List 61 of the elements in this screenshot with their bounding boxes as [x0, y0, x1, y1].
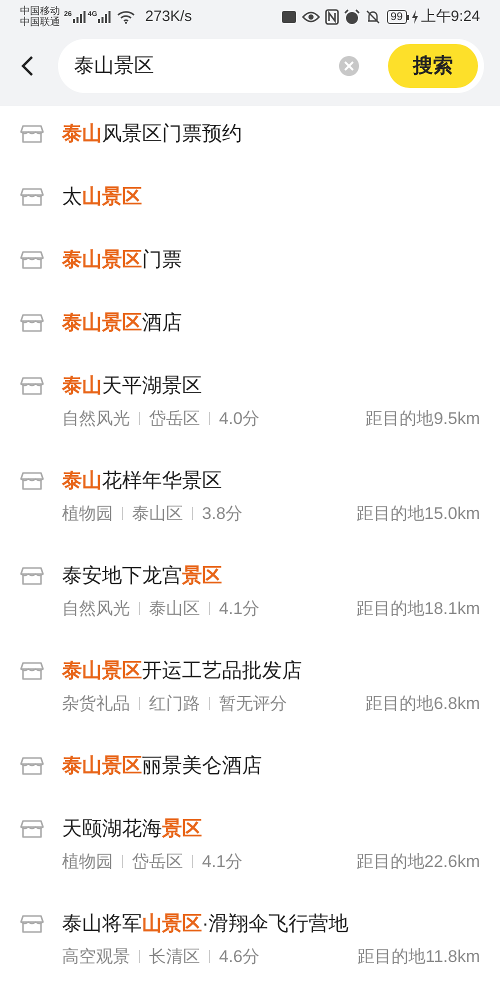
result-title[interactable]: 泰安地下龙宫景区	[62, 562, 480, 590]
shop-icon	[20, 914, 44, 934]
shop-icon	[20, 187, 44, 207]
network-speed: 273K/s	[145, 6, 192, 27]
result-title[interactable]: 天颐湖花海景区	[62, 815, 480, 843]
alarm-icon	[344, 9, 360, 25]
poi-category: 自然风光	[62, 408, 130, 430]
poi-district: 岱岳区	[149, 408, 200, 430]
result-title[interactable]: 泰山风景区门票预约	[62, 120, 480, 148]
shop-icon	[20, 819, 44, 839]
shop-icon	[20, 250, 44, 270]
result-title[interactable]: 太山景区	[62, 183, 480, 211]
nfc-icon	[324, 9, 339, 25]
poi-distance: 距目的地18.1km	[356, 598, 480, 620]
poi-distance: 距目的地22.6km	[356, 851, 480, 873]
poi-district: 长清区	[149, 946, 200, 968]
charging-icon	[410, 10, 419, 24]
poi-category: 自然风光	[62, 598, 130, 620]
poi-district: 泰山区	[132, 503, 183, 525]
poi-category: 杂货礼品	[62, 693, 130, 715]
poi-rating: 3.8分	[202, 503, 243, 525]
result-title[interactable]: 泰山天平湖景区	[62, 372, 480, 400]
poi-rating: 4.0分	[219, 408, 260, 430]
shop-icon	[20, 471, 44, 491]
poi-rating: 4.6分	[219, 946, 260, 968]
poi-district: 泰山区	[149, 598, 200, 620]
poi-category: 植物园	[62, 503, 113, 525]
result-title[interactable]: 泰山景区门票	[62, 246, 480, 274]
shop-icon	[20, 124, 44, 144]
result-title[interactable]: 泰山花样年华景区	[62, 467, 480, 495]
shop-icon	[20, 313, 44, 333]
poi-distance: 距目的地15.0km	[356, 503, 480, 525]
battery-icon: 99	[386, 10, 409, 24]
poi-rating: 暂无评分	[219, 693, 287, 715]
wifi-icon	[117, 10, 136, 24]
carrier-name: 中国联通	[20, 17, 60, 28]
shop-icon	[20, 756, 44, 776]
result-title[interactable]: 泰山景区开运工艺品批发店	[62, 657, 480, 685]
signal-icon	[98, 11, 112, 23]
search-field[interactable]: 泰山景区 搜索	[58, 39, 484, 93]
clock: 上午9:24	[420, 6, 480, 27]
shop-icon	[20, 376, 44, 396]
shop-icon	[20, 661, 44, 681]
poi-district: 岱岳区	[132, 851, 183, 873]
result-title[interactable]: 泰山将军山景区·滑翔伞飞行营地	[62, 910, 480, 938]
poi-rating: 4.1分	[219, 598, 260, 620]
bell-off-icon	[364, 9, 381, 25]
signal-icon	[72, 11, 86, 23]
carrier-name: 中国移动	[20, 6, 60, 17]
poi-distance: 距目的地9.5km	[366, 408, 480, 430]
poi-district: 红门路	[149, 693, 200, 715]
poi-rating: 4.1分	[202, 851, 243, 873]
search-button[interactable]: 搜索	[388, 44, 478, 88]
poi-distance: 距目的地6.8km	[366, 693, 480, 715]
poi-category: 高空观景	[62, 946, 130, 968]
result-title[interactable]: 泰山景区丽景美仑酒店	[62, 752, 480, 780]
shop-icon	[20, 566, 44, 586]
eye-icon	[302, 10, 320, 24]
poi-category: 植物园	[62, 851, 113, 873]
result-title[interactable]: 泰山景区酒店	[62, 309, 480, 337]
poi-distance: 距目的地11.8km	[358, 946, 480, 968]
